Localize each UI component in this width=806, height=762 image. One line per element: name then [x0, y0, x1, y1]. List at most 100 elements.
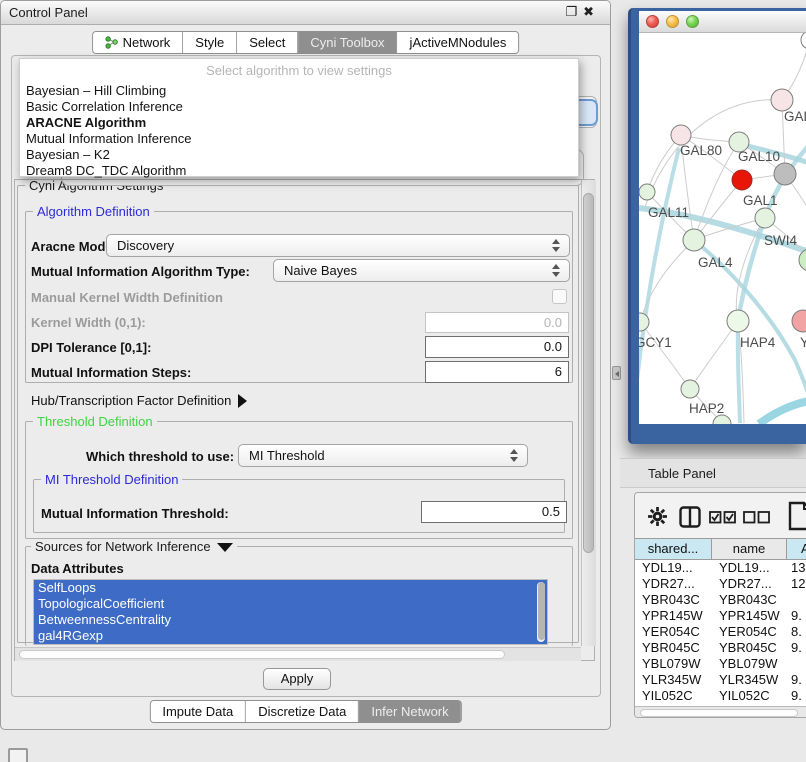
network-canvas[interactable]: GALGAL80GAL10GAL1GAL11SWI4GAL4GCY1HAP4YH…: [639, 33, 806, 424]
dpi-tolerance-field[interactable]: 0.0: [425, 336, 569, 358]
data-attribute-item[interactable]: gal4RGexp: [34, 628, 547, 644]
scrollbar-thumb[interactable]: [538, 582, 545, 640]
column-view-icon[interactable]: [679, 506, 701, 528]
data-attributes-list[interactable]: SelfLoopsTopologicalCoefficientBetweenne…: [33, 579, 548, 645]
table-row[interactable]: YLR345WYLR345W9.: [635, 672, 806, 688]
list-vertical-scrollbar[interactable]: [537, 582, 545, 642]
which-threshold-label: Which threshold to use:: [86, 449, 234, 464]
scrollbar-thumb[interactable]: [583, 193, 594, 553]
minimized-panel-icon[interactable]: [8, 748, 28, 762]
node-label: Y: [800, 335, 806, 350]
column-header-A[interactable]: A: [787, 539, 806, 559]
data-attribute-item[interactable]: TopologicalCoefficient: [34, 596, 547, 612]
column-header-name[interactable]: name: [712, 539, 787, 559]
apply-button[interactable]: Apply: [263, 668, 331, 690]
node-label: GAL80: [680, 143, 722, 158]
network-node-gal4[interactable]: [683, 229, 705, 251]
table-panel-window: shared...nameA YDL19...YDL19...13YDR27..…: [634, 492, 806, 718]
network-node[interactable]: [801, 33, 806, 49]
function-doc-icon[interactable]: [788, 501, 806, 531]
close-icon[interactable]: ✖: [583, 4, 600, 19]
node-label: GCY1: [639, 335, 672, 350]
table-toolbar: [635, 493, 806, 538]
table-row[interactable]: YDR27...YDR27...12: [635, 576, 806, 592]
network-node-gal80[interactable]: [671, 125, 691, 145]
tab-label: Cyni Toolbox: [310, 35, 384, 50]
settings-vertical-scrollbar[interactable]: [581, 180, 596, 646]
close-traffic-light[interactable]: [646, 15, 659, 28]
manual-kernel-checkbox[interactable]: [552, 289, 567, 304]
scrollbar-thumb[interactable]: [640, 709, 798, 717]
network-node[interactable]: [799, 249, 806, 271]
select-all-checks-icon[interactable]: [709, 511, 736, 524]
float-window-icon[interactable]: ❐: [565, 4, 583, 19]
network-node-gal1[interactable]: [732, 170, 752, 190]
collapse-down-icon[interactable]: [217, 543, 233, 552]
table-cell: YDR27...: [712, 576, 787, 592]
deselect-checks-icon[interactable]: [743, 511, 770, 524]
node-label: SWI4: [764, 233, 797, 248]
table-row[interactable]: YBL079WYBL079W: [635, 656, 806, 672]
zoom-traffic-light[interactable]: [686, 15, 699, 28]
table-row[interactable]: YBR045CYBR045C9.: [635, 640, 806, 656]
settings-horizontal-scrollbar[interactable]: [15, 647, 581, 661]
data-attribute-item[interactable]: BetweennessCentrality: [34, 612, 547, 628]
gear-icon[interactable]: [647, 506, 668, 527]
table-cell: [787, 656, 806, 672]
tab-select[interactable]: Select: [237, 32, 298, 53]
dropdown-item[interactable]: Dream8 DC_TDC Algorithm: [26, 163, 572, 179]
cyni-bottom-tabbar: Impute DataDiscretize DataInfer Network: [149, 700, 461, 723]
dropdown-item[interactable]: Basic Correlation Inference: [26, 99, 572, 115]
tab-network[interactable]: Network: [93, 32, 184, 53]
scrollbar-thumb[interactable]: [19, 650, 505, 659]
dropdown-item[interactable]: Bayesian – K2: [26, 147, 572, 163]
network-node-gal[interactable]: [771, 89, 793, 111]
dropdown-item[interactable]: Mutual Information Inference: [26, 131, 572, 147]
network-node-y[interactable]: [792, 310, 806, 332]
network-node-hap4[interactable]: [727, 310, 749, 332]
tab-discretize-data[interactable]: Discretize Data: [246, 701, 359, 722]
mi-algorithm-type-combobox[interactable]: Naive Bayes: [273, 259, 570, 282]
minimize-traffic-light[interactable]: [666, 15, 679, 28]
which-threshold-combobox[interactable]: MI Threshold: [238, 444, 528, 467]
expand-right-icon[interactable]: [238, 394, 247, 408]
table-header-row: shared...nameA: [635, 538, 806, 560]
data-attribute-item[interactable]: SelfLoops: [34, 580, 547, 596]
tab-jactivemnodules[interactable]: jActiveMNodules: [398, 32, 519, 53]
node-label: GAL11: [648, 205, 689, 220]
network-node-swi4[interactable]: [755, 208, 775, 228]
table-cell: YDR27...: [635, 576, 712, 592]
table-row[interactable]: YPR145WYPR145W9.: [635, 608, 806, 624]
network-node-hap2[interactable]: [681, 380, 699, 398]
mi-threshold-field[interactable]: 0.5: [421, 501, 567, 523]
network-node[interactable]: [774, 163, 796, 185]
table-row[interactable]: YBR043CYBR043C: [635, 592, 806, 608]
hub-definition-section[interactable]: Hub/Transcription Factor Definition: [31, 393, 247, 408]
combo-spinner-icon: [552, 239, 561, 253]
dropdown-item[interactable]: ARACNE Algorithm: [26, 115, 572, 131]
aracne-mode-combobox[interactable]: Discovery: [106, 234, 570, 257]
tab-impute-data[interactable]: Impute Data: [150, 701, 246, 722]
table-cell: 9.: [787, 608, 806, 624]
table-row[interactable]: YDL19...YDL19...13: [635, 560, 806, 576]
table-horizontal-scrollbar[interactable]: [635, 706, 806, 718]
mi-steps-field[interactable]: 6: [425, 361, 569, 383]
combo-value: Naive Bayes: [284, 263, 357, 278]
tab-label: jActiveMNodules: [410, 35, 507, 50]
table-row[interactable]: YIL052CYIL052C9.: [635, 688, 806, 702]
network-edge: [759, 401, 806, 424]
table-cell: YBL079W: [712, 656, 787, 672]
tab-infer-network[interactable]: Infer Network: [359, 701, 460, 722]
network-node-gcy1[interactable]: [639, 313, 649, 331]
panel-title: Control Panel: [9, 5, 88, 20]
column-header-shared...[interactable]: shared...: [635, 539, 712, 559]
dropdown-item[interactable]: Bayesian – Hill Climbing: [26, 83, 572, 99]
panel-divider-handle[interactable]: [612, 366, 621, 380]
table-row[interactable]: YER054CYER054C8.: [635, 624, 806, 640]
kernel-width-field[interactable]: 0.0: [425, 312, 569, 333]
control-panel-window: Control Panel ❐✖ NetworkStyleSelect Cyni …: [0, 0, 611, 730]
mi-algorithm-type-label: Mutual Information Algorithm Type:: [31, 264, 250, 279]
network-node-gal11[interactable]: [639, 184, 655, 200]
tab-cyni-toolbox[interactable]: Cyni Toolbox: [298, 32, 397, 53]
tab-style[interactable]: Style: [183, 32, 237, 53]
